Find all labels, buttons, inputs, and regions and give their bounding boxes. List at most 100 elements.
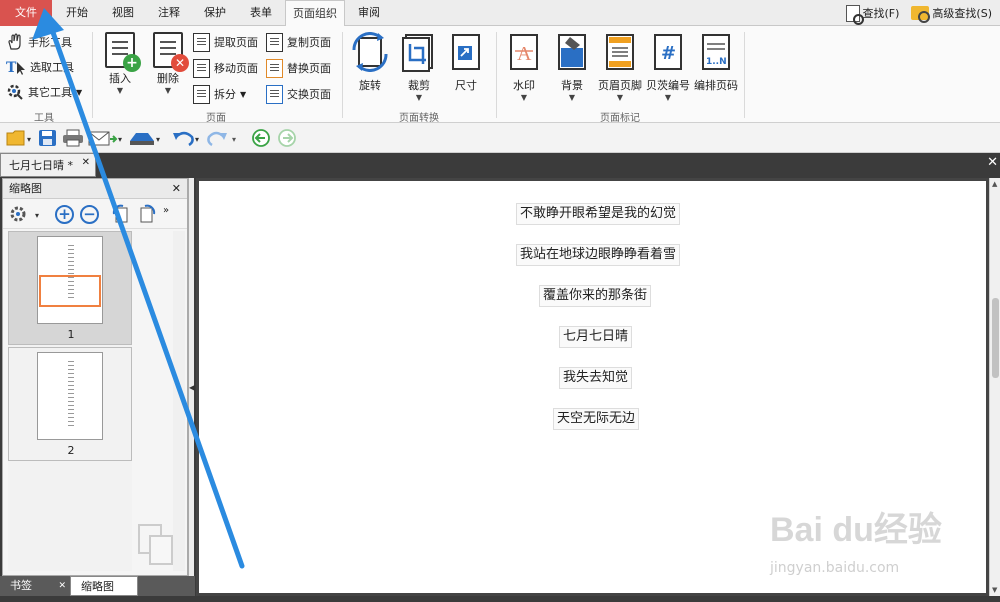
chevron-down-icon: ▼ [568,93,576,102]
scrollbar-thumb[interactable] [992,298,999,378]
close-icon[interactable]: ✕ [58,576,66,596]
rotate-icon [352,32,388,72]
next-view-button[interactable] [278,129,298,147]
close-tab-icon[interactable]: ✕ [82,157,90,168]
hand-tool-button[interactable]: 手形工具 [6,32,72,52]
insert-page-button[interactable]: + 插入 ▼ [96,32,144,95]
size-button[interactable]: 尺寸 [442,32,490,93]
previous-view-button[interactable] [252,129,272,147]
chevron-down-icon: ▼ [415,93,423,102]
svg-text:▾: ▾ [118,135,122,144]
swap-page-icon [266,84,283,104]
thumbnail-scrollbar[interactable] [173,231,185,571]
scanner-icon: ▾ [130,133,160,145]
gear-tools-icon [7,84,23,100]
page-number: 1 [67,328,75,341]
copy-page-button[interactable]: 复制页面 [266,31,331,53]
tab-home[interactable]: 开始 [56,0,98,26]
page-thumbnail[interactable]: 2 [8,347,132,461]
tab-form[interactable]: 表单 [240,0,282,26]
advanced-find-button[interactable]: 高级查找(S) [911,5,992,23]
viewport-highlight[interactable] [39,275,101,307]
select-tool-label: 选取工具 [30,61,74,74]
tab-protect[interactable]: 保护 [194,0,236,26]
group-divider [744,32,745,118]
watermark-button[interactable]: A 水印 ▼ [500,32,548,102]
tab-review[interactable]: 审阅 [348,0,390,26]
chevron-down-icon: ▼ [520,93,528,102]
pages-watermark-icon [138,524,173,565]
email-button[interactable]: ▾ [88,129,124,147]
panel-tab-bar: 书签 ✕ 缩略图 [0,576,195,596]
extract-page-icon [193,32,210,52]
background-fill-icon [558,34,586,70]
delete-page-button[interactable]: ✕ 删除 ▼ [144,32,192,95]
page-thumbnail[interactable]: 1 [8,231,132,345]
collapse-arrow-icon: ◀ [189,383,196,392]
close-panel-icon[interactable]: ✕ [172,179,181,199]
rotate-button[interactable]: 旋转 [346,32,394,93]
bates-number-icon: # [654,34,682,70]
undo-button[interactable]: ▾ [172,129,202,147]
document-tab[interactable]: 七月七日晴 * ✕ [0,153,96,177]
panel-collapse-handle[interactable]: ◀ [188,178,196,576]
close-document-icon[interactable]: ✕ [987,155,998,170]
page-number-button[interactable]: 1..N 编排页码 [692,32,740,93]
swap-page-button[interactable]: 交换页面 [266,83,331,105]
print-button[interactable] [62,129,86,147]
text-line[interactable]: 天空无际无边 [553,408,640,430]
tab-thumbnails[interactable]: 缩略图 [70,576,138,596]
text-line[interactable]: 七月七日晴 [559,326,633,348]
crop-button[interactable]: 裁剪 ▼ [395,32,443,102]
rotate-left-icon[interactable] [111,204,131,224]
extract-page-button[interactable]: 提取页面 [193,31,258,53]
more-options-icon[interactable]: » [163,205,169,216]
replace-label: 替换页面 [287,62,331,75]
move-page-button[interactable]: 移动页面 [193,57,258,79]
select-tool-button[interactable]: T 选取工具 [6,57,74,77]
find-button[interactable]: 查找(F) [845,4,900,25]
tab-file[interactable]: 文件 [0,0,52,26]
save-button[interactable] [38,129,58,147]
document-scrollbar[interactable]: ▲ ▼ [989,178,1000,596]
redo-button[interactable]: ▾ [206,129,240,147]
tab-comment[interactable]: 注释 [148,0,190,26]
replace-page-button[interactable]: 替换页面 [266,57,331,79]
background-button[interactable]: 背景 ▼ [548,32,596,102]
ribbon-tab-bar: 文件 开始 视图 注释 保护 表单 页面组织 审阅 查找(F) 高级查找(S) [0,0,1000,27]
thumbnail-panel-header: 缩略图 ✕ [3,179,187,199]
tab-view[interactable]: 视图 [102,0,144,26]
svg-text:#: # [661,43,676,64]
split-button[interactable]: 拆分 ▼ [193,83,246,105]
group-divider [92,32,93,118]
open-folder-button[interactable]: ▾ [6,129,34,147]
undo-icon: ▾ [173,131,199,147]
chevron-down-icon: ▼ [664,93,672,102]
scroll-down-icon[interactable]: ▼ [992,586,997,594]
find-label: 查找(F) [862,7,900,20]
other-tools-button[interactable]: 其它工具 ▼ [6,82,82,102]
svg-text:▾: ▾ [35,211,39,220]
scroll-up-icon[interactable]: ▲ [992,180,997,188]
scan-button[interactable]: ▾ [128,129,164,147]
text-line[interactable]: 覆盖你来的那条街 [539,285,652,307]
zoom-out-icon[interactable]: − [80,205,99,224]
options-gear-icon[interactable]: ▾ [9,204,45,224]
x-icon: ✕ [171,54,189,72]
text-line[interactable]: 我失去知觉 [559,367,633,389]
mark-group-label: 页面标记 [600,113,640,124]
text-line[interactable]: 不敢睁开眼希望是我的幻觉 [516,203,681,225]
tab-page-organize[interactable]: 页面组织 [285,0,345,27]
crop-icon [402,34,433,72]
tab-bookmarks[interactable]: 书签 ✕ [0,576,70,596]
bates-number-button[interactable]: # 贝茨编号 ▼ [644,32,692,102]
watermark-url: jingyan.baidu.com [770,560,900,576]
svg-text:▾: ▾ [27,135,31,144]
printer-icon [63,129,83,147]
zoom-in-icon[interactable]: + [55,205,74,224]
split-icon [193,84,210,104]
header-footer-button[interactable]: 页眉页脚 ▼ [596,32,644,102]
rotate-right-icon[interactable] [137,204,157,224]
text-line[interactable]: 我站在地球边眼睁睁看着雪 [516,244,681,266]
header-footer-label: 页眉页脚 [598,79,642,92]
